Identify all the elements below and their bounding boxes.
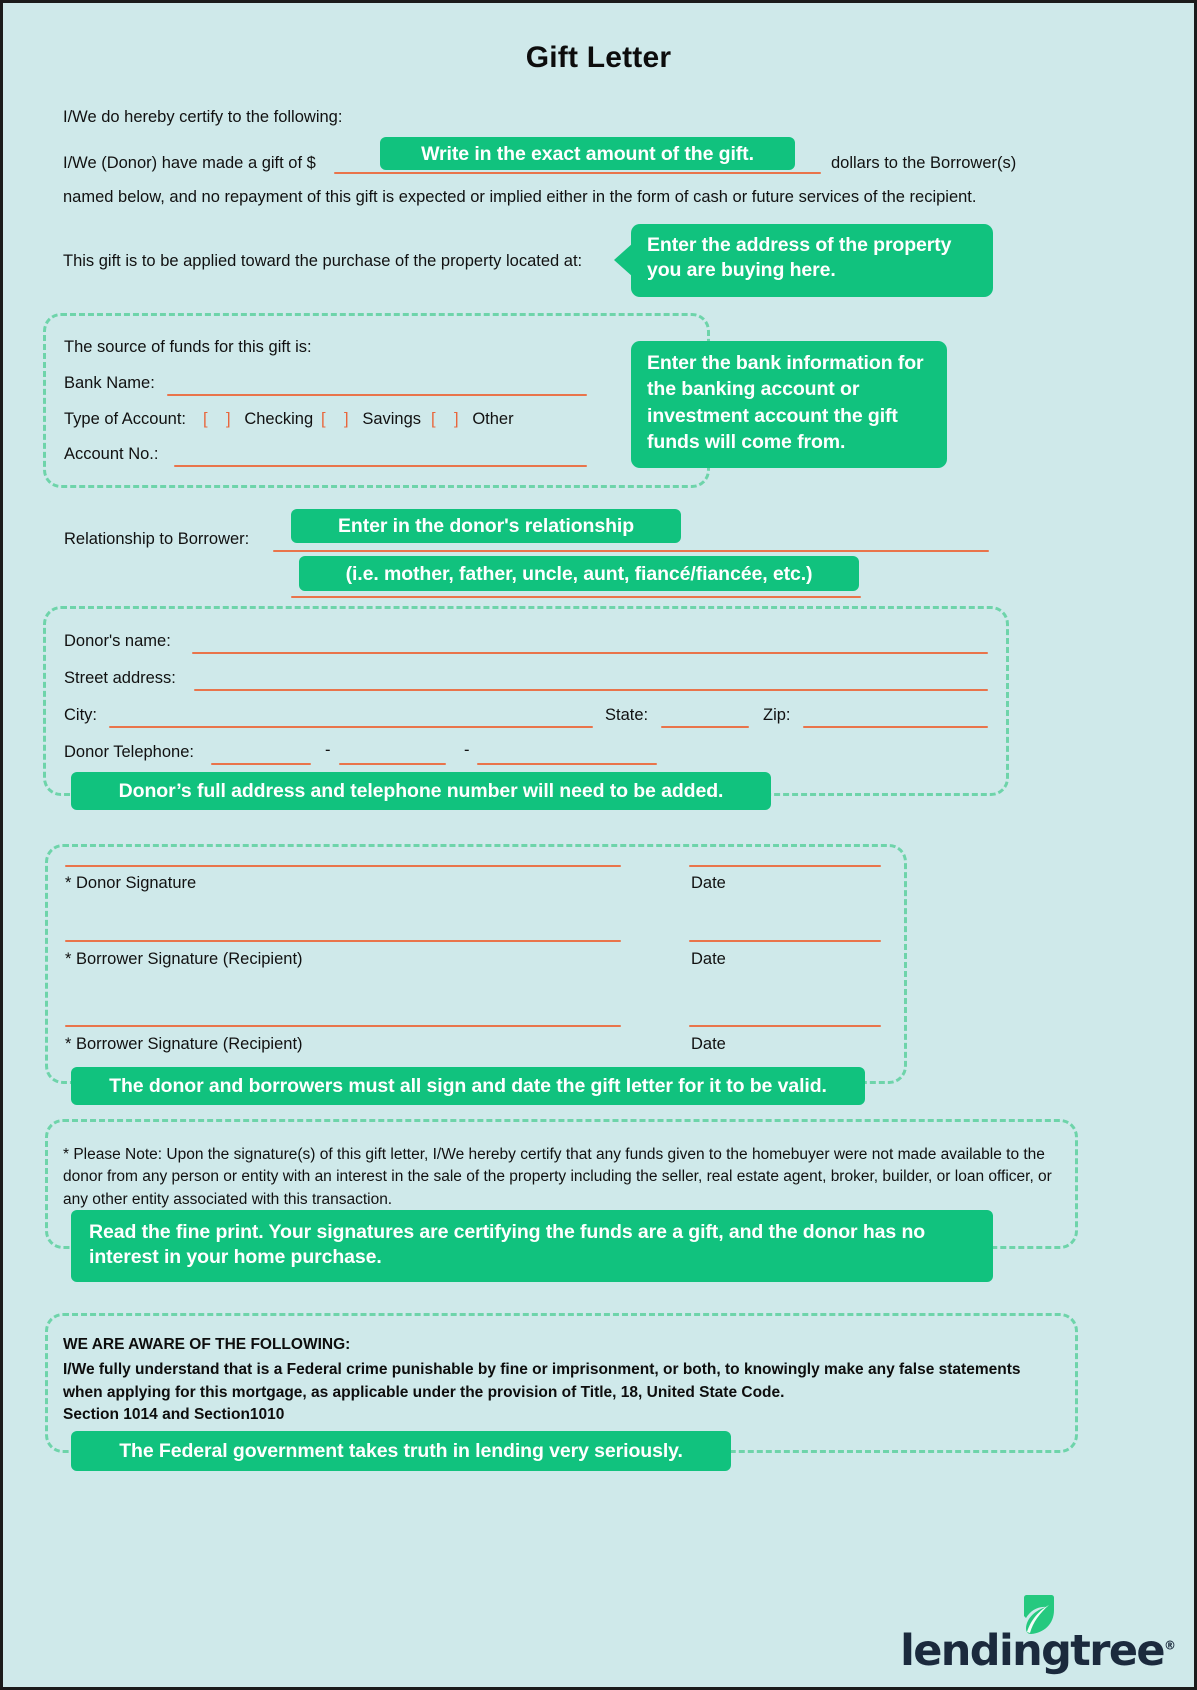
intro-text: I/We do hereby certify to the following: xyxy=(63,108,343,126)
donor-signature-rule[interactable] xyxy=(65,865,621,867)
donor-date-rule[interactable] xyxy=(689,865,881,867)
property-location-label: This gift is to be applied toward the pu… xyxy=(63,252,583,270)
checkbox-checking[interactable]: [ ] Checking xyxy=(203,410,313,429)
logo-registered-mark: ® xyxy=(1164,1638,1176,1653)
relationship-input-rule[interactable] xyxy=(273,550,989,552)
callout-property-address-tail xyxy=(614,243,633,277)
donor-telephone-label: Donor Telephone: xyxy=(64,743,194,761)
account-no-label: Account No.: xyxy=(64,445,159,463)
borrower2-date-label: Date xyxy=(691,1035,726,1053)
donor-name-label: Donor's name: xyxy=(64,632,171,650)
borrower1-signature-rule[interactable] xyxy=(65,940,621,942)
street-address-label: Street address: xyxy=(64,669,176,687)
relationship-label: Relationship to Borrower: xyxy=(64,530,250,548)
type-of-account-label: Type of Account: xyxy=(64,410,186,428)
donor-signature-label: * Donor Signature xyxy=(65,874,197,892)
checkbox-other-open: [ xyxy=(431,410,436,428)
callout-signatures: The donor and borrowers must all sign an… xyxy=(71,1067,865,1105)
account-no-input-rule[interactable] xyxy=(174,465,587,467)
checkbox-other[interactable]: [ ] Other xyxy=(431,410,514,429)
phone-separator-2: - xyxy=(464,741,470,759)
donor-phone-part3-rule[interactable] xyxy=(477,763,657,765)
phone-separator-1: - xyxy=(325,741,331,759)
aware-paragraph: I/We fully understand that is a Federal … xyxy=(63,1361,1021,1402)
state-input-rule[interactable] xyxy=(661,726,749,728)
street-address-input-rule[interactable] xyxy=(194,689,988,691)
callout-property-address-text: Enter the address of the property you ar… xyxy=(647,234,952,282)
donor-phone-part2-rule[interactable] xyxy=(339,763,446,765)
callout-relationship-2: (i.e. mother, father, uncle, aunt, fianc… xyxy=(299,556,859,591)
callout-fine-print: Read the fine print. Your signatures are… xyxy=(71,1210,993,1282)
donor-info-box xyxy=(43,606,1009,796)
please-note-text: * Please Note: Upon the signature(s) of … xyxy=(63,1146,1052,1208)
checkbox-checking-label: Checking xyxy=(244,410,314,428)
lendingtree-logo: lendingtree® xyxy=(900,1595,1176,1673)
gift-amount-suffix: dollars to the Borrower(s) xyxy=(831,154,1017,172)
callout-federal: The Federal government takes truth in le… xyxy=(71,1431,731,1471)
gift-no-repayment-text: named below, and no repayment of this gi… xyxy=(63,188,977,206)
aware-sections: Section 1014 and Section1010 xyxy=(63,1406,285,1423)
checkbox-other-label: Other xyxy=(472,410,514,428)
callout-gift-amount: Write in the exact amount of the gift. xyxy=(380,137,795,170)
callout-relationship-1: Enter in the donor's relationship xyxy=(291,509,681,543)
checkbox-other-close: ] xyxy=(453,410,459,428)
checkbox-savings-label: Savings xyxy=(362,410,422,428)
donor-name-input-rule[interactable] xyxy=(192,652,988,654)
borrower2-date-rule[interactable] xyxy=(689,1025,881,1027)
logo-wordmark: lendingtree® xyxy=(900,1595,1176,1673)
callout-property-address: Enter the address of the property you ar… xyxy=(631,224,993,297)
callout-bank-info: Enter the bank information for the banki… xyxy=(631,341,947,468)
borrower1-date-rule[interactable] xyxy=(689,940,881,942)
state-label: State: xyxy=(605,706,649,724)
gift-letter-page: Gift Letter I/We do hereby certify to th… xyxy=(0,0,1197,1690)
checkbox-savings[interactable]: [ ] Savings xyxy=(321,410,421,429)
bank-name-input-rule[interactable] xyxy=(167,394,587,396)
borrower1-date-label: Date xyxy=(691,950,726,968)
gift-amount-label: I/We (Donor) have made a gift of $ xyxy=(63,154,316,172)
page-title: Gift Letter xyxy=(525,41,672,74)
checkbox-checking-open: [ xyxy=(203,410,208,428)
checkbox-checking-close: ] xyxy=(225,410,231,428)
city-label: City: xyxy=(64,706,97,724)
borrower2-signature-rule[interactable] xyxy=(65,1025,621,1027)
donor-date-label: Date xyxy=(691,874,726,892)
callout-donor-address: Donor’s full address and telephone numbe… xyxy=(71,772,771,810)
bank-name-label: Bank Name: xyxy=(64,374,155,392)
borrower2-signature-label: * Borrower Signature (Recipient) xyxy=(65,1035,303,1053)
checkbox-savings-close: ] xyxy=(343,410,349,428)
zip-input-rule[interactable] xyxy=(803,726,988,728)
relationship-input-rule-2[interactable] xyxy=(291,596,861,598)
source-of-funds-heading: The source of funds for this gift is: xyxy=(64,338,312,356)
donor-phone-part1-rule[interactable] xyxy=(211,763,311,765)
leaf-icon xyxy=(1024,1595,1055,1634)
city-input-rule[interactable] xyxy=(109,726,593,728)
gift-amount-input-rule[interactable] xyxy=(334,172,821,174)
borrower1-signature-label: * Borrower Signature (Recipient) xyxy=(65,950,303,968)
checkbox-savings-open: [ xyxy=(321,410,326,428)
aware-heading: WE ARE AWARE OF THE FOLLOWING: xyxy=(63,1336,351,1353)
zip-label: Zip: xyxy=(763,706,791,724)
